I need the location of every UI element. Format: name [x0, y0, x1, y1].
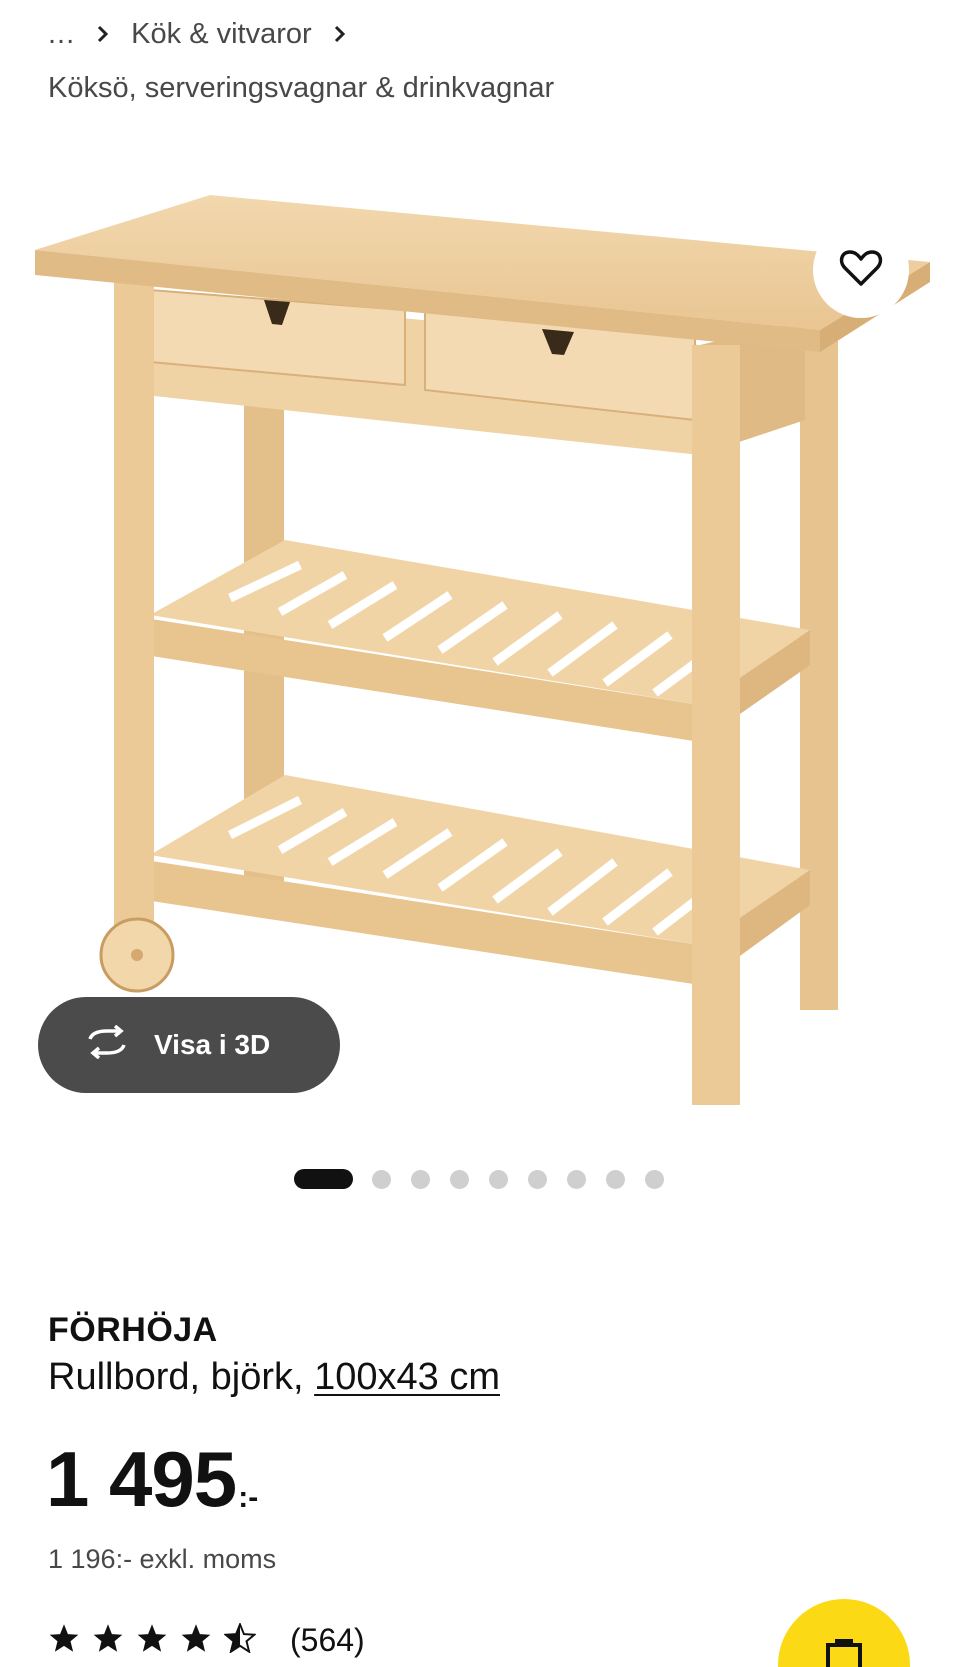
- product-type: Rullbord, björk,: [48, 1356, 304, 1398]
- product-description: Rullbord, björk, 100x43 cm: [48, 1356, 500, 1399]
- chevron-right-icon: [334, 25, 346, 43]
- carousel-dot-active[interactable]: [294, 1169, 353, 1189]
- breadcrumb-category-link[interactable]: Kök & vitvaror: [131, 18, 312, 51]
- price-amount: 1 495: [46, 1435, 237, 1523]
- product-price: 1 495 :-: [46, 1440, 258, 1518]
- carousel-dot[interactable]: [645, 1169, 664, 1189]
- carousel-dot[interactable]: [489, 1169, 508, 1189]
- add-to-cart-button[interactable]: [778, 1599, 910, 1667]
- carousel-dot[interactable]: [567, 1169, 586, 1189]
- product-image[interactable]: [0, 150, 960, 1140]
- carousel-dot[interactable]: [606, 1169, 625, 1189]
- chevron-right-icon: [97, 25, 109, 43]
- star-icon: [48, 1623, 80, 1658]
- review-count: (564): [290, 1622, 365, 1658]
- star-icon: [92, 1623, 124, 1658]
- carousel-indicator: [294, 1169, 684, 1189]
- price-ex-vat: 1 196:- exkl. moms: [48, 1544, 277, 1574]
- breadcrumb: ... Kök & vitvaror: [48, 14, 368, 54]
- carousel-dot[interactable]: [411, 1169, 430, 1189]
- star-icon: [136, 1623, 168, 1658]
- favorite-button[interactable]: [813, 222, 909, 318]
- carousel-dot[interactable]: [450, 1169, 469, 1189]
- product-rating[interactable]: (564): [48, 1621, 365, 1659]
- view-3d-label: Visa i 3D: [154, 1029, 271, 1060]
- heart-icon: [839, 248, 883, 293]
- breadcrumb-subcategory-link[interactable]: Köksö, serveringsvagnar & drinkvagnar: [48, 72, 554, 105]
- price-suffix: :-: [238, 1481, 259, 1514]
- shopping-bag-icon: [822, 1639, 866, 1667]
- star-half-icon: [223, 1621, 257, 1658]
- carousel-dot[interactable]: [372, 1169, 391, 1189]
- view-3d-button[interactable]: Visa i 3D: [38, 997, 340, 1093]
- carousel-dot[interactable]: [528, 1169, 547, 1189]
- star-icon: [180, 1623, 212, 1658]
- product-size-link[interactable]: 100x43 cm: [314, 1356, 500, 1398]
- product-brand: FÖRHÖJA: [48, 1311, 218, 1349]
- rotate-icon: [82, 1024, 132, 1066]
- breadcrumb-ellipsis[interactable]: ...: [48, 18, 75, 51]
